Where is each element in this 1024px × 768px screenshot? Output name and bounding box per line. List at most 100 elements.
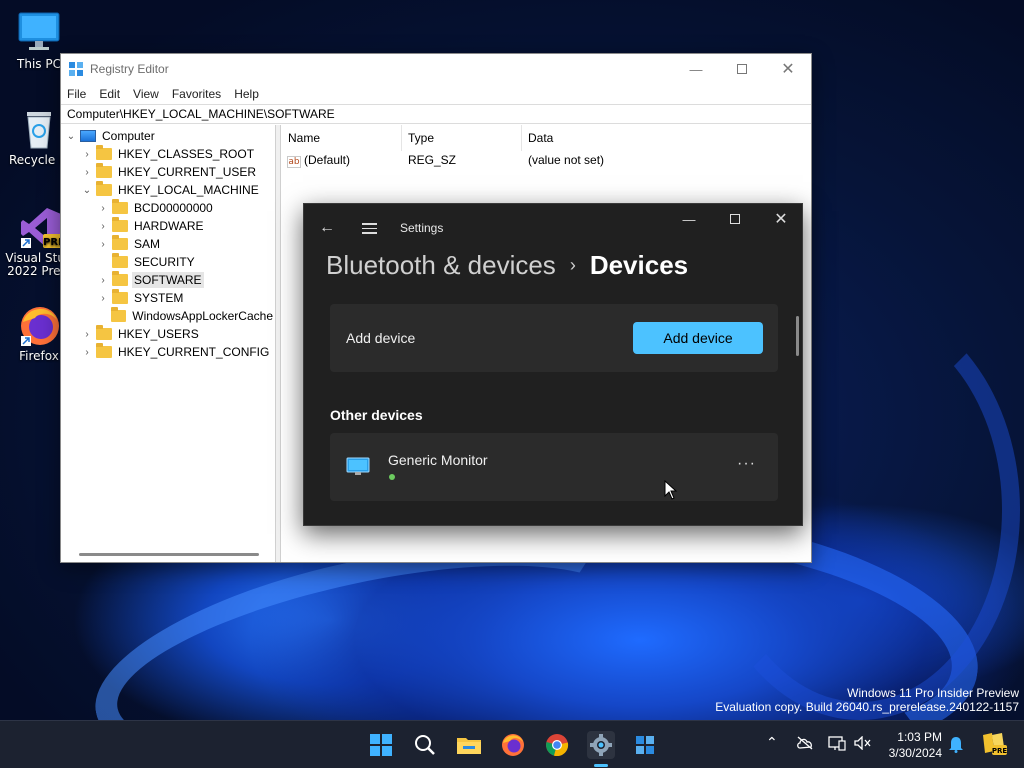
tree-item-hkcu[interactable]: › HKEY_CURRENT_USER bbox=[61, 163, 275, 181]
minimize-button[interactable]: — bbox=[666, 204, 712, 234]
ab-string-icon: ab bbox=[287, 155, 301, 168]
chevron-down-icon[interactable]: ⌄ bbox=[81, 185, 93, 196]
tree-item-hklm[interactable]: ⌄ HKEY_LOCAL_MACHINE bbox=[61, 181, 275, 199]
section-heading: Other devices bbox=[330, 407, 423, 423]
window-title: Settings bbox=[400, 221, 444, 235]
clock-date: 3/30/2024 bbox=[888, 746, 942, 760]
tree-item-applocker[interactable]: WindowsAppLockerCache bbox=[61, 307, 275, 325]
column-header-type[interactable]: Type bbox=[402, 124, 522, 151]
registry-editor-taskbar-button[interactable] bbox=[631, 731, 659, 759]
file-explorer-button[interactable] bbox=[455, 731, 483, 759]
folder-icon bbox=[96, 163, 112, 178]
status-dot bbox=[389, 474, 395, 480]
chevron-right-icon[interactable]: › bbox=[81, 167, 93, 178]
visual-studio-icon: PRE bbox=[17, 204, 65, 248]
chevron-down-icon[interactable]: ⌄ bbox=[65, 131, 77, 142]
tree-item-hkcc[interactable]: › HKEY_CURRENT_CONFIG bbox=[61, 343, 275, 361]
settings-titlebar[interactable]: ← Settings — ✕ bbox=[304, 204, 802, 252]
menu-file[interactable]: File bbox=[67, 87, 86, 101]
menu-help[interactable]: Help bbox=[234, 87, 259, 101]
tree-item-hkcr[interactable]: › HKEY_CLASSES_ROOT bbox=[61, 145, 275, 163]
chevron-right-icon[interactable]: › bbox=[97, 239, 109, 250]
folder-icon bbox=[96, 145, 112, 160]
folder-icon bbox=[96, 325, 112, 340]
column-header-data[interactable]: Data bbox=[522, 125, 672, 151]
close-button[interactable]: ✕ bbox=[758, 204, 802, 234]
firefox-taskbar-button[interactable] bbox=[499, 731, 527, 759]
firefox-icon bbox=[502, 734, 524, 756]
chrome-icon bbox=[546, 734, 569, 757]
chevron-right-icon: › bbox=[569, 255, 576, 275]
close-icon: ✕ bbox=[781, 61, 795, 78]
column-header-name[interactable]: Name bbox=[282, 124, 402, 151]
tree-item-system[interactable]: › SYSTEM bbox=[61, 289, 275, 307]
maximize-button[interactable] bbox=[719, 54, 765, 84]
start-button[interactable] bbox=[367, 731, 395, 759]
tree-item-sam[interactable]: › SAM bbox=[61, 235, 275, 253]
chevron-right-icon[interactable]: › bbox=[97, 203, 109, 214]
tree-item-security[interactable]: SECURITY bbox=[61, 253, 275, 271]
maximize-icon bbox=[730, 214, 740, 224]
registry-tree[interactable]: ⌄ Computer › HKEY_CLASSES_ROOT › HKEY_CU… bbox=[61, 125, 276, 562]
menu-favorites[interactable]: Favorites bbox=[172, 87, 221, 101]
chevron-right-icon[interactable]: › bbox=[81, 149, 93, 160]
breadcrumb: Bluetooth & devices › Devices bbox=[326, 250, 688, 281]
device-name: Generic Monitor bbox=[388, 452, 488, 468]
tree-item-label: HKEY_USERS bbox=[118, 327, 199, 341]
device-item[interactable]: Generic Monitor ··· bbox=[330, 433, 778, 501]
tree-item-label: SYSTEM bbox=[134, 291, 184, 305]
chevron-right-icon[interactable]: › bbox=[97, 221, 109, 232]
firefox-icon bbox=[17, 302, 61, 346]
tree-item-label: HARDWARE bbox=[134, 219, 204, 233]
computer-icon bbox=[80, 130, 96, 142]
clock[interactable]: 1:03 PM 3/30/2024 bbox=[866, 729, 942, 761]
tree-item-label: SOFTWARE bbox=[132, 272, 204, 288]
tree-item-computer[interactable]: ⌄ Computer bbox=[61, 127, 275, 145]
tree-item-hku[interactable]: › HKEY_USERS bbox=[61, 325, 275, 343]
registry-editor-titlebar[interactable]: Registry Editor — ✕ bbox=[61, 54, 811, 84]
chevron-right-icon[interactable]: › bbox=[81, 329, 93, 340]
add-device-button[interactable]: Add device bbox=[633, 322, 763, 354]
settings-window[interactable]: ← Settings — ✕ Bluetooth & devices › Dev… bbox=[303, 203, 803, 526]
watermark-line: Windows 11 Pro Insider Preview bbox=[847, 686, 1019, 700]
search-button[interactable] bbox=[411, 731, 439, 759]
back-button[interactable]: ← bbox=[316, 218, 338, 238]
chevron-right-icon[interactable]: › bbox=[97, 275, 109, 286]
tree-item-software[interactable]: › SOFTWARE bbox=[61, 271, 275, 289]
notification-bell-icon[interactable] bbox=[948, 735, 964, 757]
value-data: (value not set) bbox=[528, 153, 605, 167]
chrome-taskbar-button[interactable] bbox=[543, 731, 571, 759]
insider-preview-icon[interactable]: PRE bbox=[980, 731, 1008, 761]
chevron-up-icon[interactable]: ⌃ bbox=[766, 735, 778, 751]
value-name-cell: ab (Default) bbox=[282, 153, 402, 168]
settings-taskbar-button[interactable] bbox=[587, 731, 615, 759]
chevron-right-icon[interactable]: › bbox=[97, 293, 109, 304]
minimize-button[interactable]: — bbox=[673, 54, 719, 84]
tree-item-label: HKEY_CURRENT_CONFIG bbox=[118, 345, 270, 359]
menu-edit[interactable]: Edit bbox=[99, 87, 120, 101]
navigation-menu-button[interactable] bbox=[358, 218, 380, 238]
cloud-offline-icon[interactable] bbox=[796, 736, 814, 754]
menubar: File Edit View Favorites Help bbox=[61, 84, 811, 104]
tree-item-label: WindowsAppLockerCache bbox=[132, 309, 273, 323]
registry-editor-icon bbox=[68, 61, 84, 77]
mouse-cursor-icon bbox=[664, 479, 678, 500]
network-icon[interactable] bbox=[828, 735, 846, 755]
address-bar[interactable]: Computer\HKEY_LOCAL_MACHINE\SOFTWARE bbox=[61, 104, 811, 124]
maximize-button[interactable] bbox=[712, 204, 758, 234]
vertical-scrollbar[interactable] bbox=[796, 316, 799, 356]
tree-item-hardware[interactable]: › HARDWARE bbox=[61, 217, 275, 235]
more-options-button[interactable]: ··· bbox=[737, 455, 756, 473]
menu-view[interactable]: View bbox=[133, 87, 159, 101]
close-button[interactable]: ✕ bbox=[765, 54, 811, 84]
breadcrumb-parent[interactable]: Bluetooth & devices bbox=[326, 250, 556, 281]
horizontal-scrollbar[interactable] bbox=[79, 553, 259, 556]
tree-item-bcd[interactable]: › BCD00000000 bbox=[61, 199, 275, 217]
folder-icon bbox=[112, 253, 128, 268]
list-header: Name Type Data bbox=[282, 124, 811, 151]
chevron-right-icon[interactable]: › bbox=[81, 347, 93, 358]
windows-logo-icon bbox=[370, 734, 392, 756]
pane-splitter[interactable] bbox=[276, 125, 281, 562]
folder-icon bbox=[112, 289, 128, 304]
table-row[interactable]: ab (Default) REG_SZ (value not set) bbox=[282, 151, 811, 169]
